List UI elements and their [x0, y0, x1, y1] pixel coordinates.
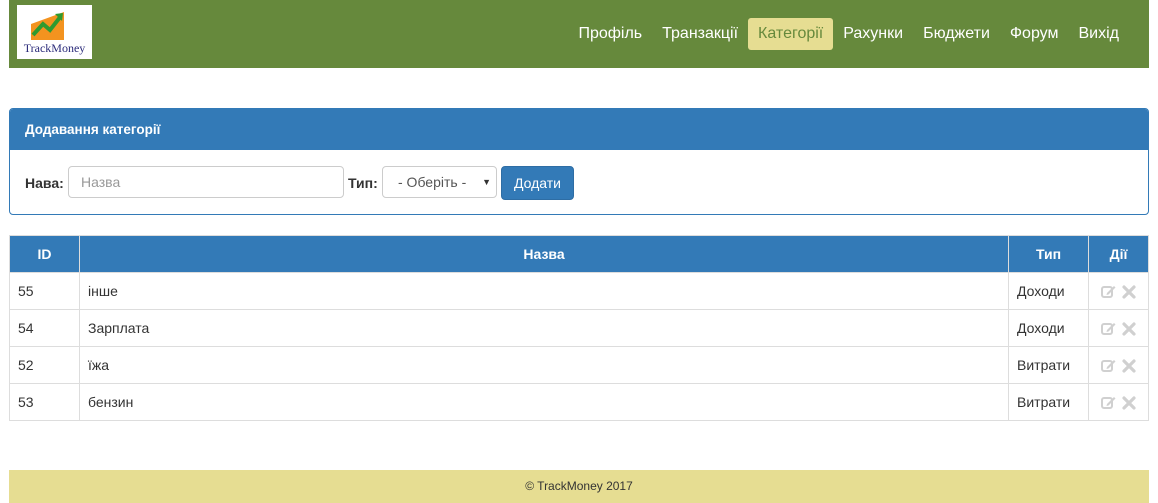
nav-categories[interactable]: Категорії	[748, 18, 834, 50]
cell-type: Витрати	[1008, 383, 1089, 421]
edit-icon[interactable]	[1101, 321, 1116, 336]
cell-type: Доходи	[1008, 309, 1089, 347]
cell-id: 55	[9, 272, 80, 310]
type-label: Тип:	[348, 175, 378, 191]
edit-icon[interactable]	[1101, 284, 1116, 299]
caret-down-icon: ▼	[482, 177, 491, 187]
panel-title: Додавання категорії	[10, 109, 1148, 150]
nav-budgets[interactable]: Бюджети	[913, 18, 1000, 50]
nav-profile[interactable]: Профіль	[568, 18, 652, 50]
add-category-panel: Додавання категорії Нава: Назва Тип: - О…	[9, 108, 1149, 215]
col-header-actions: Дії	[1088, 235, 1149, 273]
cell-id: 53	[9, 383, 80, 421]
table-row: 53 бензин Витрати	[9, 383, 1149, 421]
table-row: 54 Зарплата Доходи	[9, 309, 1149, 347]
cell-id: 52	[9, 346, 80, 384]
footer: © TrackMoney 2017	[9, 470, 1149, 503]
nav-logout[interactable]: Вихід	[1069, 18, 1130, 50]
cell-name: бензин	[79, 383, 1009, 421]
cell-actions	[1088, 383, 1149, 421]
edit-icon[interactable]	[1101, 395, 1116, 410]
nav-forum[interactable]: Форум	[1000, 18, 1069, 50]
chart-logo-icon	[31, 10, 64, 40]
cell-name: Зарплата	[79, 309, 1009, 347]
table-row: 55 інше Доходи	[9, 272, 1149, 310]
cell-actions	[1088, 272, 1149, 310]
cell-name: їжа	[79, 346, 1009, 384]
col-header-type: Тип	[1008, 235, 1089, 273]
nav-transactions[interactable]: Транзакції	[652, 18, 748, 50]
categories-table: ID Назва Тип Дії 55 інше Доходи 54 Зарпл…	[9, 235, 1149, 421]
delete-icon[interactable]	[1122, 396, 1136, 410]
cell-actions	[1088, 309, 1149, 347]
col-header-id: ID	[9, 235, 80, 273]
cell-id: 54	[9, 309, 80, 347]
category-type-select[interactable]: - Оберіть - ▼	[382, 166, 497, 198]
table-header-row: ID Назва Тип Дії	[9, 235, 1149, 273]
col-header-name: Назва	[79, 235, 1009, 273]
cell-type: Витрати	[1008, 346, 1089, 384]
type-select-value: - Оберіть -	[398, 174, 467, 190]
logo-text: TrackMoney	[23, 41, 86, 55]
app-logo[interactable]: TrackMoney	[17, 5, 92, 59]
delete-icon[interactable]	[1122, 359, 1136, 373]
main-nav: Профіль Транзакції Категорії Рахунки Бюд…	[568, 18, 1129, 50]
cell-name: інше	[79, 272, 1009, 310]
table-row: 52 їжа Витрати	[9, 346, 1149, 384]
navbar: TrackMoney Профіль Транзакції Категорії …	[9, 0, 1149, 68]
cell-actions	[1088, 346, 1149, 384]
name-label: Нава:	[25, 175, 64, 191]
delete-icon[interactable]	[1122, 322, 1136, 336]
delete-icon[interactable]	[1122, 285, 1136, 299]
edit-icon[interactable]	[1101, 358, 1116, 373]
nav-accounts[interactable]: Рахунки	[833, 18, 913, 50]
add-category-button[interactable]: Додати	[501, 166, 574, 200]
cell-type: Доходи	[1008, 272, 1089, 310]
category-name-input[interactable]: Назва	[68, 166, 344, 198]
